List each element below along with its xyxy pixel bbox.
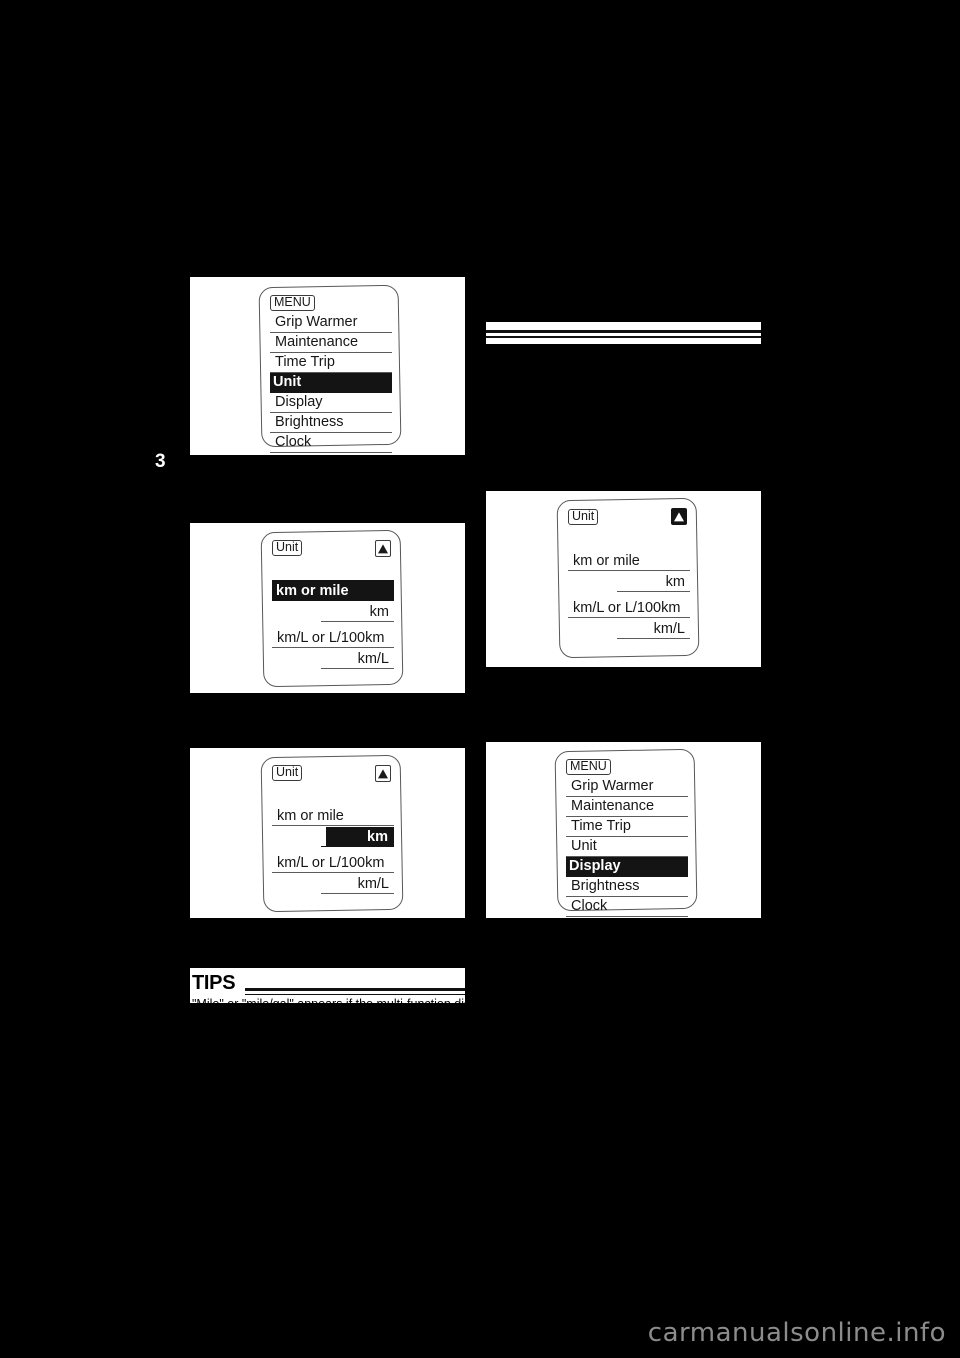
menu-item-display[interactable]: Display — [566, 857, 688, 877]
lcd-screen: MENU Grip Warmer Maintenance Time Trip U… — [554, 748, 698, 917]
unit-row-distance-value[interactable]: km — [272, 826, 394, 847]
menu-item-grip-warmer[interactable]: Grip Warmer — [566, 777, 688, 797]
menu-item-unit[interactable]: Unit — [270, 373, 392, 393]
menu-item-display[interactable]: Display — [270, 393, 392, 413]
menu-item-time-trip[interactable]: Time Trip — [566, 817, 688, 837]
lcd-screen: Unit km or mile km km/L or L/100km km/L — [260, 754, 404, 913]
menu-item-label: Grip Warmer — [275, 314, 358, 330]
up-arrow-icon — [375, 540, 391, 557]
menu-item-grip-warmer[interactable]: Grip Warmer — [270, 313, 392, 333]
menu-item-label: Display — [275, 394, 323, 410]
unit-row-value: km — [367, 829, 388, 845]
screen-label-chip: MENU — [270, 295, 315, 311]
menu-item-unit[interactable]: Unit — [566, 837, 688, 857]
unit-row-label: km or mile — [573, 553, 640, 569]
menu-item-label: Display — [569, 858, 621, 874]
unit-row-distance-value[interactable]: km — [272, 601, 394, 622]
unit-settings-list: km or mile km km/L or L/100km km/L — [272, 580, 394, 669]
menu-item-label: Brightness — [275, 414, 344, 430]
menu-item-label: Grip Warmer — [571, 778, 654, 794]
menu-item-brightness[interactable]: Brightness — [566, 877, 688, 897]
menu-item-label: Clock — [571, 898, 608, 914]
section-divider-rule — [486, 322, 761, 344]
menu-item-label: Unit — [571, 838, 597, 854]
figure-menu-unit-selected: MENU Grip Warmer Maintenance Time Trip U… — [190, 277, 465, 455]
unit-row-label: km or mile — [277, 808, 344, 824]
tips-heading: TIPS — [192, 972, 236, 994]
screen-label-chip: Unit — [272, 765, 303, 781]
unit-row-value: km/L — [653, 621, 685, 637]
menu-item-label: Clock — [275, 434, 312, 450]
menu-list: Grip Warmer Maintenance Time Trip Unit D… — [270, 313, 392, 453]
menu-item-time-trip[interactable]: Time Trip — [270, 353, 392, 373]
screen-label-chip: MENU — [566, 759, 611, 775]
screen-label-chip: Unit — [568, 509, 599, 525]
menu-item-label: Maintenance — [571, 798, 655, 814]
unit-row-distance-value[interactable]: km — [568, 571, 690, 592]
menu-list: Grip Warmer Maintenance Time Trip Unit D… — [566, 777, 688, 917]
lcd-screen: MENU Grip Warmer Maintenance Time Trip U… — [258, 284, 402, 453]
screen-label-chip: Unit — [272, 540, 303, 556]
unit-row-label: km/L or L/100km — [277, 630, 385, 646]
lcd-screen: Unit km or mile km km/L or L/100km km/L — [260, 529, 404, 688]
up-arrow-icon — [375, 765, 391, 782]
unit-row-label: km/L or L/100km — [573, 600, 681, 616]
menu-item-label: Time Trip — [275, 354, 335, 370]
unit-row-fuel-value[interactable]: km/L — [272, 648, 394, 669]
unit-row-value: km — [369, 604, 389, 620]
unit-row-fuel-economy[interactable]: km/L or L/100km — [272, 852, 394, 873]
unit-row-km-or-mile[interactable]: km or mile — [272, 580, 394, 601]
unit-row-km-or-mile[interactable]: km or mile — [272, 805, 394, 826]
figure-unit-km-value-highlighted: Unit km or mile km km/L or L/100km km/L — [190, 748, 465, 918]
unit-row-label: km/L or L/100km — [277, 855, 385, 871]
unit-row-km-or-mile[interactable]: km or mile — [568, 550, 690, 571]
menu-item-maintenance[interactable]: Maintenance — [270, 333, 392, 353]
menu-item-label: Brightness — [571, 878, 640, 894]
unit-row-value: km — [665, 574, 685, 590]
unit-row-fuel-value[interactable]: km/L — [272, 873, 394, 894]
menu-item-clock[interactable]: Clock — [566, 897, 688, 917]
unit-row-value: km/L — [357, 651, 389, 667]
menu-item-label: Maintenance — [275, 334, 359, 350]
menu-item-label: Time Trip — [571, 818, 631, 834]
unit-row-label: km or mile — [276, 583, 349, 599]
figure-unit-km-or-mile-highlighted: Unit km or mile km km/L or L/100km km/L — [190, 523, 465, 693]
menu-item-label: Unit — [273, 374, 302, 390]
site-watermark: carmanualsonline.info — [647, 1318, 946, 1348]
unit-row-fuel-economy[interactable]: km/L or L/100km — [568, 597, 690, 618]
menu-item-maintenance[interactable]: Maintenance — [566, 797, 688, 817]
menu-item-clock[interactable]: Clock — [270, 433, 392, 453]
tips-section: TIPS "Mile" or "mile/gal" appears if the… — [190, 968, 465, 1003]
page-number: 3 — [155, 451, 166, 472]
figure-menu-display-selected: MENU Grip Warmer Maintenance Time Trip U… — [486, 742, 761, 918]
manual-page: 3 MENU Grip Warmer Maintenance Time Trip — [0, 0, 960, 1358]
lcd-screen: Unit km or mile km km/L or L/100km km/L — [556, 497, 700, 659]
tips-body-text: "Mile" or "mile/gal" appears if the mult… — [192, 997, 465, 1003]
unit-row-fuel-economy[interactable]: km/L or L/100km — [272, 627, 394, 648]
up-arrow-icon — [671, 508, 687, 525]
unit-row-fuel-value[interactable]: km/L — [568, 618, 690, 639]
unit-settings-list: km or mile km km/L or L/100km km/L — [272, 805, 394, 894]
menu-item-brightness[interactable]: Brightness — [270, 413, 392, 433]
unit-row-value: km/L — [357, 876, 389, 892]
figure-unit-confirmed: Unit km or mile km km/L or L/100km km/L — [486, 491, 761, 667]
unit-settings-list: km or mile km km/L or L/100km km/L — [568, 550, 690, 639]
